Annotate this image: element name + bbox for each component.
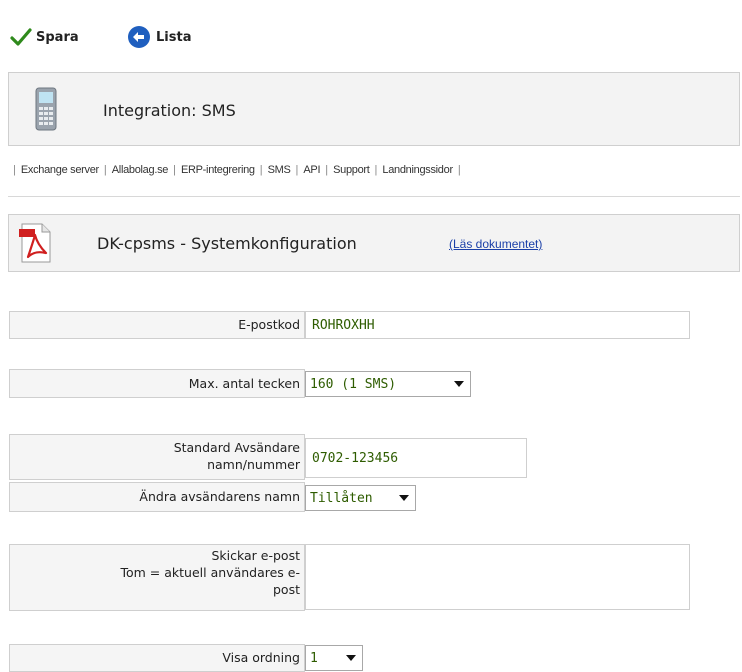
integration-title: Integration: SMS [103, 101, 236, 120]
nav-separator: | [295, 164, 299, 176]
max-chars-select[interactable]: 160 (1 SMS) [305, 371, 471, 397]
chevron-down-icon [454, 381, 464, 387]
chevron-down-icon [346, 655, 356, 661]
sender-field[interactable]: 0702-123456 [305, 438, 527, 478]
pdf-file-icon [19, 223, 51, 263]
nav-separator: | [374, 164, 378, 176]
send-email-field[interactable] [305, 544, 690, 610]
nav-separator: | [173, 164, 176, 176]
nav-divider [8, 196, 740, 197]
email-code-value: ROHROXHH [312, 317, 375, 333]
chevron-down-icon [399, 495, 409, 501]
sender-label-line1: Standard Avsändare [173, 440, 300, 455]
send-email-label-line3: post [273, 582, 300, 597]
nav-separator: | [325, 164, 329, 176]
nav-separator: | [259, 164, 263, 176]
document-header: DK-cpsms - Systemkonfiguration (Läs doku… [8, 214, 740, 272]
send-email-label-line1: Skickar e-post [211, 548, 300, 563]
nav-link-erp-integrering[interactable]: ERP-integrering [181, 164, 255, 176]
nav-link-support[interactable]: Support [333, 164, 370, 176]
send-email-label: Skickar e-post Tom = aktuell användares … [9, 544, 305, 611]
nav-separator: | [103, 164, 107, 176]
max-chars-value: 160 (1 SMS) [310, 376, 397, 392]
document-title: DK-cpsms - Systemkonfiguration [97, 234, 357, 253]
change-sender-label: Ändra avsändarens namn [9, 482, 305, 512]
email-code-label: E-postkod [9, 311, 305, 339]
checkmark-icon [10, 28, 32, 46]
back-arrow-icon [128, 26, 150, 48]
nav-link-landningssidor[interactable]: Landningssidor [382, 164, 453, 176]
save-button[interactable]: Spara [10, 24, 79, 50]
nav-link-api[interactable]: API [303, 164, 320, 176]
save-label: Spara [36, 29, 79, 45]
nav-link-exchange-server[interactable]: Exchange server [21, 164, 99, 176]
send-email-label-line2: Tom = aktuell användares e- [120, 565, 301, 580]
sender-value: 0702-123456 [312, 450, 399, 466]
integration-header: Integration: SMS [8, 72, 740, 146]
change-sender-select[interactable]: Tillåten [305, 485, 416, 511]
nav-separator: | [457, 164, 461, 176]
sender-label-line2: namn/nummer [207, 457, 300, 472]
integration-nav: | Exchange server | Allabolag.se | ERP-i… [8, 147, 708, 193]
change-sender-value: Tillåten [310, 490, 373, 506]
sender-label: Standard Avsändare namn/nummer [9, 434, 305, 480]
nav-link-sms[interactable]: SMS [268, 164, 291, 176]
nav-separator: | [13, 164, 16, 176]
email-code-field[interactable]: ROHROXHH [305, 311, 690, 339]
display-order-select[interactable]: 1 [305, 645, 363, 671]
max-chars-label: Max. antal tecken [9, 369, 305, 398]
list-label: Lista [156, 29, 192, 45]
list-button[interactable]: Lista [126, 24, 191, 50]
display-order-value: 1 [310, 650, 318, 666]
read-document-link[interactable]: (Läs dokumentet) [449, 237, 542, 251]
mobile-phone-icon [35, 87, 57, 131]
nav-link-allabolag[interactable]: Allabolag.se [112, 164, 169, 176]
